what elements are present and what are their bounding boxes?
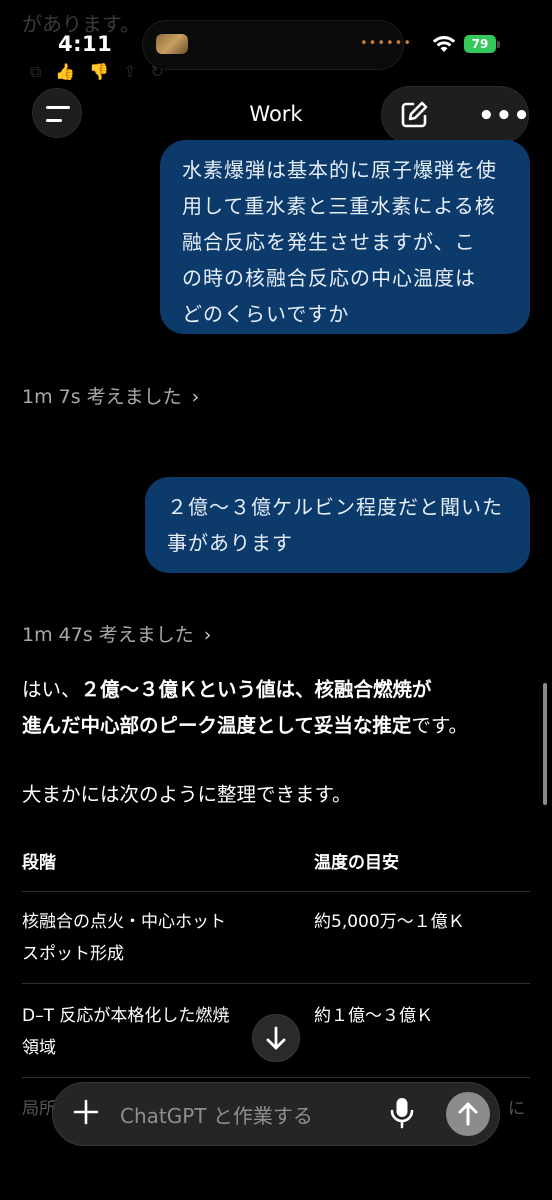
table-header-stage: 段階 <box>22 853 56 873</box>
user-message-bubble: ２億〜３億ケルビン程度だと聞いた 事があります <box>145 477 530 573</box>
wifi-icon <box>432 36 456 52</box>
faded-table-cell: に <box>508 1099 525 1119</box>
message-line: 水素爆弾は基本的に原子爆弾を使 <box>182 158 497 182</box>
table-divider <box>22 983 530 984</box>
answer-text: はい、 <box>22 678 81 701</box>
send-arrow-up-icon <box>458 1102 478 1126</box>
table-cell-temperature: 約１億〜３億Ｋ <box>314 1006 433 1026</box>
thought-label: 1m 47s 考えました <box>22 624 194 646</box>
answer-bold: 進んだ中心部のピーク温度として妥当な推定 <box>22 714 412 737</box>
message-line: 事があります <box>167 531 293 555</box>
battery-tip <box>497 41 500 48</box>
table-header-temperature: 温度の目安 <box>314 853 399 873</box>
scroll-to-bottom-button[interactable] <box>252 1014 300 1062</box>
plus-icon[interactable] <box>72 1098 100 1126</box>
chevron-right-icon: › <box>191 386 200 408</box>
cell-line: 領域 <box>22 1038 56 1058</box>
island-activity-dots: •••••• <box>360 36 413 51</box>
thought-duration-toggle[interactable]: 1m 47s 考えました › <box>22 620 211 647</box>
chevron-right-icon: › <box>203 624 212 646</box>
table-divider <box>22 1077 530 1078</box>
cell-line: 核融合の点火・中心ホット <box>22 912 226 932</box>
message-line: 用して重水素と三重水素による核 <box>182 194 496 218</box>
answer-bold: ２億〜３億Ｋという値は、核融合燃焼が <box>80 678 432 701</box>
table-cell-stage: D–T 反応が本格化した燃焼 領域 <box>22 1000 229 1064</box>
microphone-icon[interactable] <box>388 1096 416 1130</box>
message-line: ２億〜３億ケルビン程度だと聞いた <box>167 495 503 519</box>
more-dots-icon[interactable]: ••• <box>478 103 531 129</box>
message-line: 融合反応を発生させますが、こ <box>182 230 476 254</box>
user-message-bubble: 水素爆弾は基本的に原子爆弾を使 用して重水素と三重水素による核 融合反応を発生さ… <box>160 140 530 334</box>
arrow-down-icon <box>266 1026 286 1050</box>
composer-input[interactable]: ChatGPT と作業する <box>120 1100 313 1129</box>
scrollbar[interactable] <box>543 683 547 805</box>
table-cell-temperature: 約5,000万〜１億Ｋ <box>314 912 465 932</box>
send-button[interactable] <box>446 1092 490 1136</box>
message-line: どのくらいですか <box>182 302 350 326</box>
thought-label: 1m 7s 考えました <box>22 386 182 408</box>
answer-text: です。 <box>411 714 468 737</box>
cell-line: スポット形成 <box>22 944 124 964</box>
table-divider <box>22 891 530 892</box>
answer-summary: 大まかには次のように整理できます。 <box>22 783 352 806</box>
battery-indicator: 79 <box>464 35 496 53</box>
new-chat-edit-icon[interactable] <box>398 99 430 131</box>
status-time: 4:11 <box>58 32 113 56</box>
faded-table-cell: 局所 <box>22 1099 56 1119</box>
thought-duration-toggle[interactable]: 1m 7s 考えました › <box>22 382 199 409</box>
cell-line: D–T 反応が本格化した燃焼 <box>22 1006 230 1026</box>
message-line: の時の核融合反応の中心温度は <box>182 266 476 290</box>
table-cell-stage: 核融合の点火・中心ホット スポット形成 <box>22 906 226 970</box>
assistant-answer: はい、２億〜３億Ｋという値は、核融合燃焼が 進んだ中心部のピーク温度として妥当な… <box>22 672 532 744</box>
media-thumbnail <box>156 34 188 54</box>
